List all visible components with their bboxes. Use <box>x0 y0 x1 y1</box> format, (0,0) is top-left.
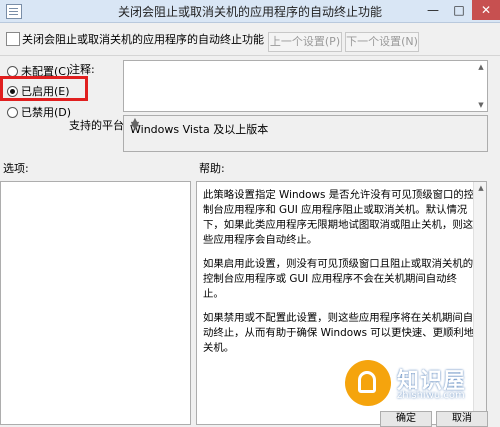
radio-disabled[interactable]: 已禁用(D) <box>7 104 71 120</box>
platform-label: 支持的平台: <box>69 119 128 132</box>
minimize-button[interactable]: — <box>420 0 446 20</box>
platform-value: Windows Vista 及以上版本 <box>130 123 269 136</box>
scroll-up-arrow-icon[interactable]: ▲ <box>476 62 486 72</box>
maximize-button[interactable]: □ <box>446 0 472 20</box>
help-paragraph: 如果启用此设置，则没有可见顶级窗口且阻止或取消关机的控制台应用程序或 GUI 应… <box>203 258 474 300</box>
previous-setting-button[interactable]: 上一个设置(P) <box>268 32 342 52</box>
title-bar: 关闭会阻止或取消关机的应用程序的自动终止功能 — □ ✕ <box>0 0 500 23</box>
comment-textarea[interactable]: ▲ ▼ <box>123 60 488 112</box>
highlight-annotation <box>0 76 88 101</box>
watermark-url: zhishiwu.com <box>397 390 465 401</box>
site-watermark: 知识屋 zhishiwu.com <box>345 360 495 408</box>
header-divider <box>0 55 500 56</box>
close-button[interactable]: ✕ <box>472 0 500 20</box>
scroll-down-arrow-icon[interactable]: ▼ <box>476 100 486 110</box>
next-setting-button[interactable]: 下一个设置(N) <box>345 32 419 52</box>
options-label: 选项: <box>3 162 29 175</box>
help-label: 帮助: <box>199 162 225 175</box>
platform-field: Windows Vista 及以上版本 ▲ ▼ <box>123 115 488 152</box>
comment-label: 注释: <box>69 63 95 76</box>
lightbulb-logo-icon <box>345 360 391 406</box>
radio-button[interactable] <box>7 106 18 118</box>
scroll-up-arrow-icon[interactable]: ▲ <box>476 183 486 193</box>
radio-button[interactable] <box>7 65 18 77</box>
policy-setting-icon <box>6 32 20 46</box>
scroll-down-arrow-icon[interactable]: ▼ <box>130 120 140 131</box>
help-paragraph: 如果禁用或不配置此设置，则这些应用程序将在关机期间自动终止，从而有助于确保 Wi… <box>203 312 475 354</box>
policy-name: 关闭会阻止或取消关机的应用程序的自动终止功能 <box>22 33 264 46</box>
radio-label: 已禁用(D) <box>21 106 72 119</box>
options-pane <box>0 181 191 425</box>
help-text: 此策略设置指定 Windows 是否允许没有可见顶级窗口的控制台应用程序和 GU… <box>203 188 475 365</box>
help-paragraph: 此策略设置指定 Windows 是否允许没有可见顶级窗口的控制台应用程序和 GU… <box>203 189 475 246</box>
